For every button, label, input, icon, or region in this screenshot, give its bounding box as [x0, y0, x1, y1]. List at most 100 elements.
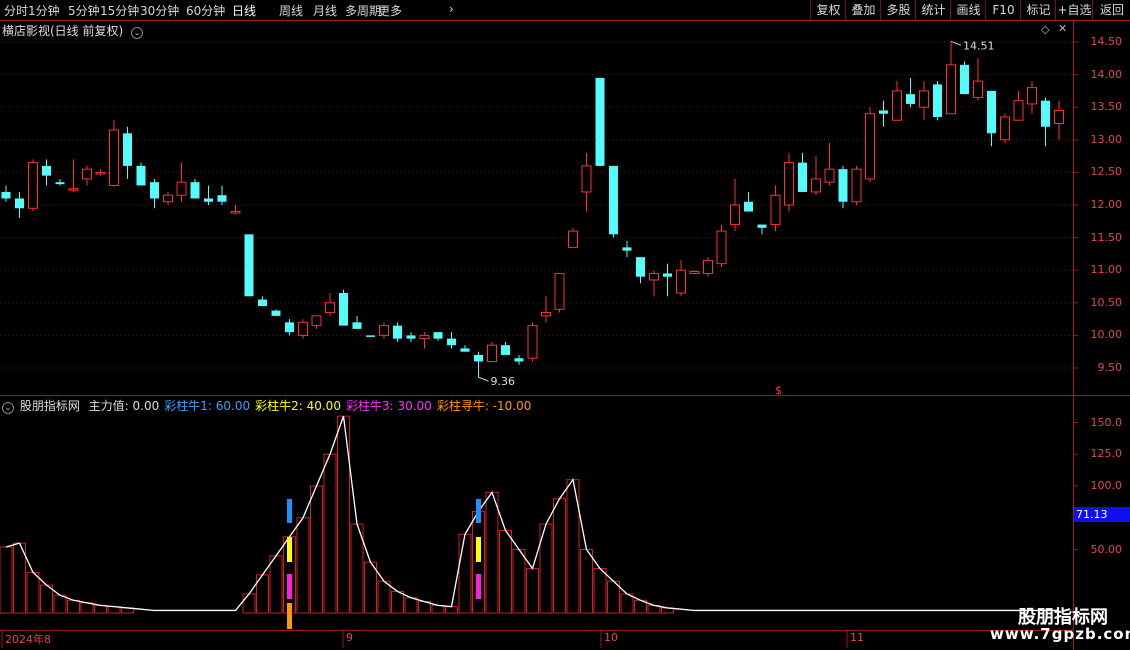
indicator-bar — [458, 533, 472, 614]
candle-body — [824, 168, 835, 183]
candle-body — [190, 182, 200, 199]
indicator-bar — [404, 597, 418, 614]
candle-body — [352, 322, 362, 329]
candle-body — [95, 171, 106, 175]
signal-bar-magenta — [287, 574, 292, 599]
candle-body — [649, 272, 659, 281]
candle-body — [730, 204, 740, 226]
indicator-bar — [445, 606, 458, 614]
candle-body — [460, 348, 470, 352]
candle-body — [784, 162, 794, 206]
candle-body — [609, 165, 618, 235]
candle-body — [892, 90, 902, 121]
candle-body — [447, 338, 456, 346]
candle-body — [811, 178, 821, 193]
candle-body — [636, 257, 645, 277]
candle-body — [150, 182, 159, 199]
indicator-bar — [94, 604, 107, 614]
candle-body — [703, 259, 713, 274]
candle-body — [325, 302, 335, 314]
indicator-bar — [242, 593, 256, 614]
date-label: 10 — [604, 631, 618, 644]
candle-body — [393, 325, 402, 339]
signal-bar-yellow — [476, 537, 481, 562]
candle-body — [770, 194, 781, 226]
price-tick-label: 9.50 — [1097, 361, 1123, 374]
indicator-bar — [310, 485, 323, 614]
indicator-bar — [364, 561, 377, 614]
indicator-bar — [53, 594, 67, 614]
candle-body — [82, 168, 92, 180]
price-tick-label: 10.00 — [1090, 328, 1123, 342]
candle-body — [433, 332, 443, 339]
date-label: 2024年8 — [5, 633, 51, 646]
candle-body — [987, 90, 996, 134]
price-tick-label: 14.00 — [1090, 67, 1123, 81]
chart-canvas: 14.51 9.36 $ — [0, 20, 1130, 650]
candle-body — [244, 234, 254, 297]
indicator-tick-label: 125.0 — [1090, 447, 1123, 461]
candle-body — [1041, 100, 1050, 127]
candle-body — [379, 325, 389, 336]
candle-body — [622, 247, 632, 251]
indicator-bar — [620, 593, 634, 614]
indicator-bar — [377, 580, 391, 614]
signal-bar-blue — [476, 499, 481, 523]
candle-body — [366, 335, 375, 337]
candle-body — [474, 354, 483, 362]
indicator-bar — [67, 599, 80, 614]
price-tick-label: 13.50 — [1090, 100, 1123, 114]
candle-body — [676, 269, 686, 294]
signal-bar-yellow — [287, 537, 292, 562]
candle-body — [109, 129, 119, 186]
candle-body — [42, 165, 51, 176]
candle-body — [68, 188, 79, 191]
high-label: 14.51 — [963, 39, 995, 52]
candle-body — [285, 322, 294, 333]
candle-body — [28, 162, 38, 209]
indicator-bar — [593, 568, 607, 614]
candle-body — [1000, 116, 1010, 141]
price-tick-label: 10.50 — [1090, 295, 1123, 309]
indicator-tick-label: 150.0 — [1090, 415, 1123, 429]
candle-body — [406, 335, 416, 339]
candle-body — [946, 64, 956, 115]
candle-body — [757, 224, 767, 228]
candle-body — [879, 110, 888, 114]
signal-bar-magenta — [476, 574, 481, 599]
candle-body — [798, 162, 807, 192]
candle-body — [15, 198, 24, 209]
candle-body — [271, 310, 281, 316]
candle-body — [55, 182, 65, 185]
indicator-bar — [80, 602, 94, 614]
indicator-bar — [391, 590, 404, 614]
candle-body — [298, 321, 308, 336]
candle-body — [514, 358, 524, 362]
candle-body — [527, 325, 538, 359]
price-tick-label: 13.00 — [1090, 132, 1123, 146]
candle-body — [501, 345, 510, 355]
candle-body — [595, 77, 605, 166]
candle-body — [230, 211, 241, 214]
candle-body — [123, 133, 132, 166]
indicator-bar — [296, 517, 310, 614]
candle-body — [554, 272, 565, 310]
candle-body — [1027, 87, 1037, 105]
candle-body — [176, 181, 187, 196]
price-tick-label: 11.00 — [1090, 263, 1123, 277]
candle-body — [663, 273, 672, 277]
candle-body — [311, 315, 322, 327]
candle-body — [865, 113, 875, 180]
candle-body — [163, 194, 173, 203]
price-tick-label: 11.50 — [1090, 230, 1123, 244]
indicator-tick-label: 50.00 — [1090, 542, 1123, 556]
indicator-bar — [26, 571, 40, 614]
candle-body — [258, 299, 267, 307]
indicator-bar — [512, 549, 526, 614]
candle-body — [973, 80, 983, 98]
candle-body — [1013, 100, 1024, 121]
dollar-marker: $ — [775, 384, 782, 397]
indicator-bar — [485, 491, 499, 614]
indicator-tick-label: 100.0 — [1090, 479, 1123, 492]
price-tick-label: 12.50 — [1090, 165, 1123, 179]
